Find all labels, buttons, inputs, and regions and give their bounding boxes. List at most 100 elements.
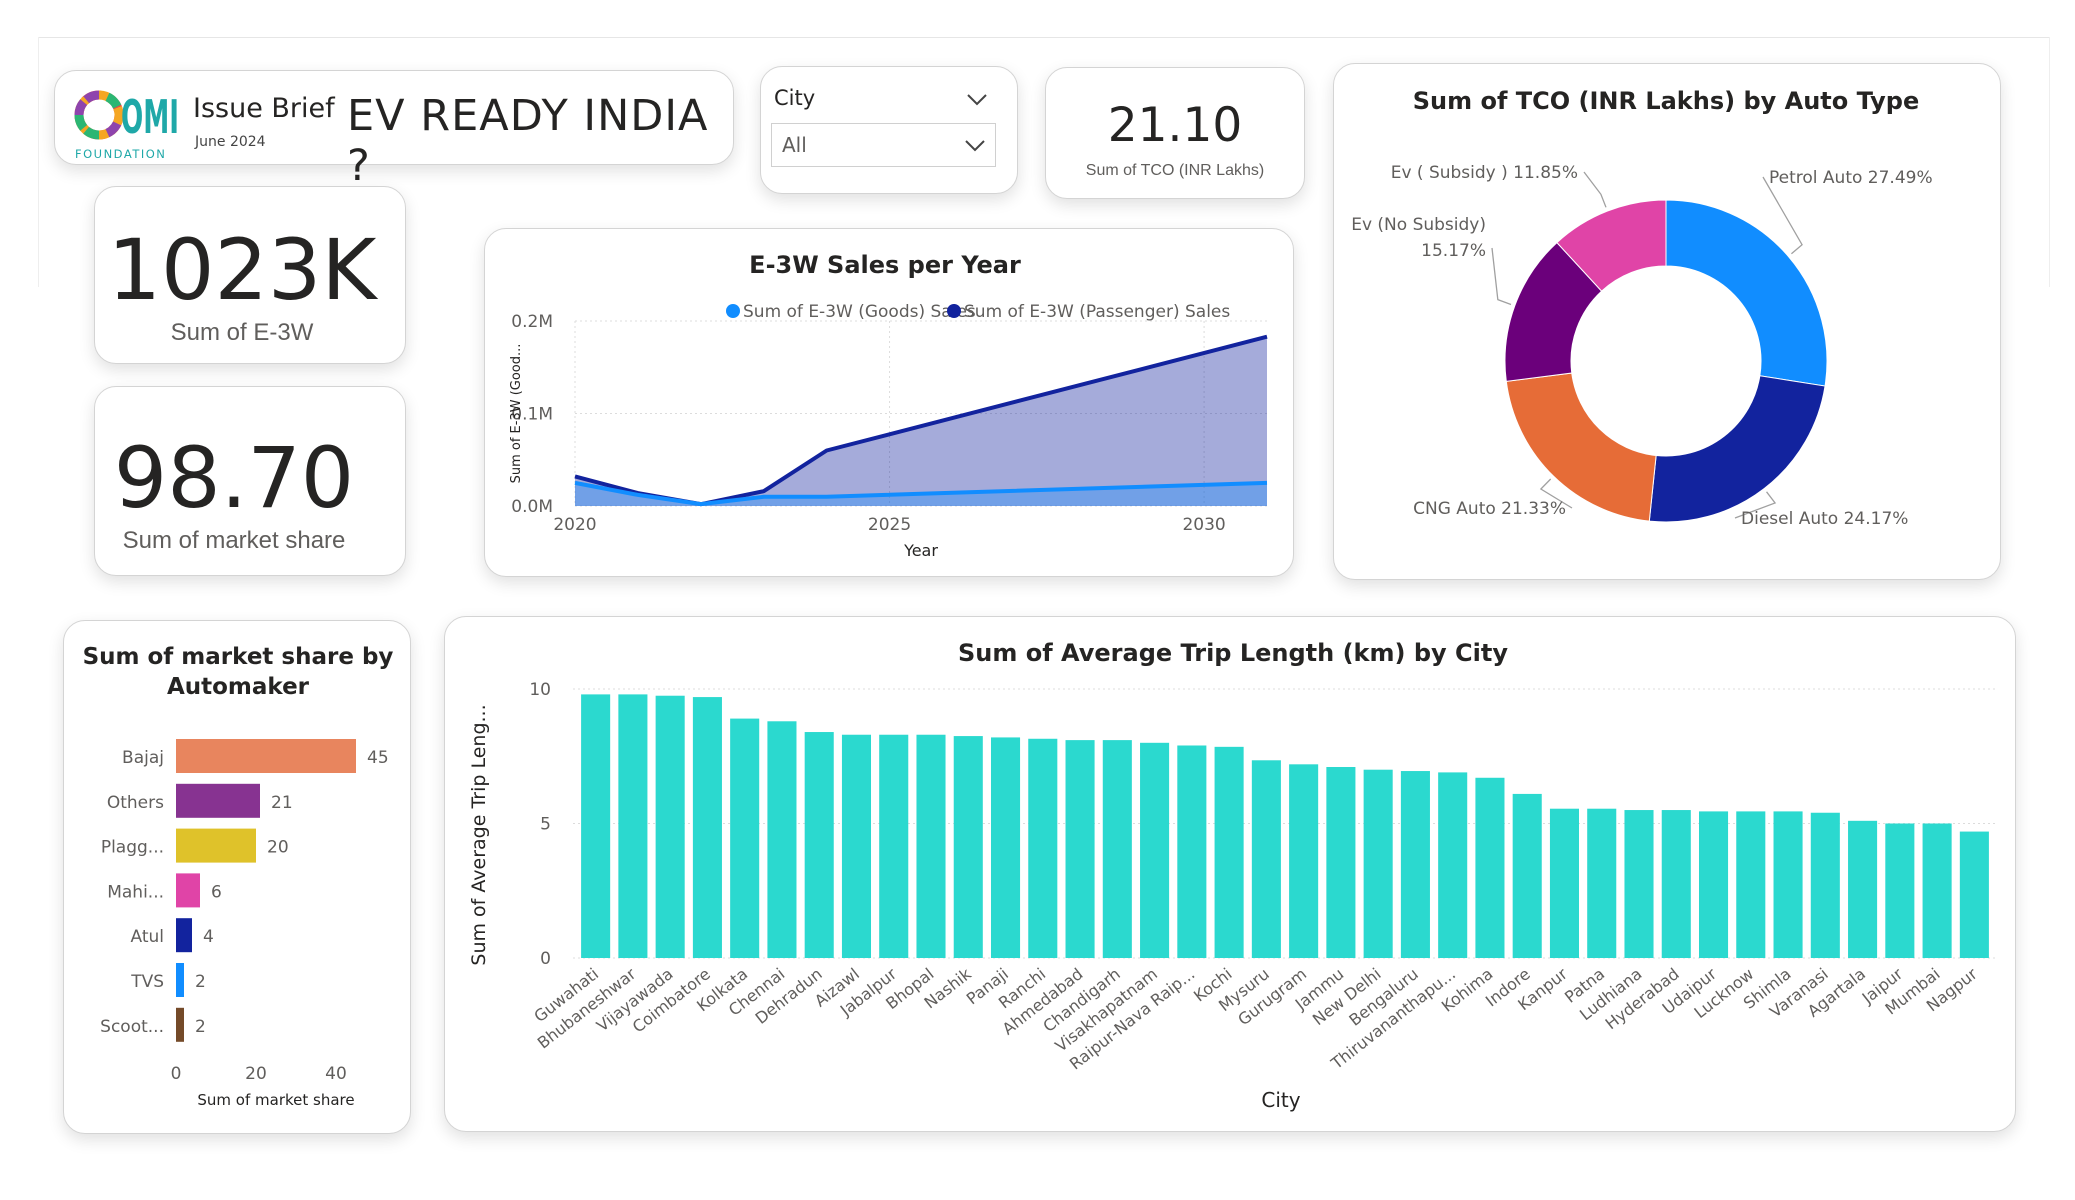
canvas-border-top	[38, 37, 2050, 38]
logo-text: OMI	[121, 90, 179, 144]
chevron-down-icon	[965, 140, 985, 152]
tco-slice-label: Ev (No Subsidy)	[1351, 215, 1486, 235]
sales-x-tick-label: 2020	[553, 515, 596, 535]
tco-slice	[1665, 199, 1828, 387]
share-kpi-value: 98.70	[113, 429, 355, 527]
page-title: EV READY INDIA ?	[347, 91, 709, 191]
automaker-x-tick-label: 0	[171, 1064, 182, 1084]
tco-kpi-label: Sum of TCO (INR Lakhs)	[1085, 162, 1265, 179]
tco-slice-label: Diesel Auto 24.17%	[1741, 509, 1908, 529]
automaker-bar	[176, 963, 184, 997]
sales-legend-marker	[947, 304, 961, 318]
automaker-value-label: 45	[367, 748, 389, 768]
trip-bar	[1251, 760, 1281, 958]
automaker-value-label: 2	[195, 972, 206, 992]
canvas-border-left	[38, 37, 39, 287]
tco-donut-chart: Sum of TCO (INR Lakhs) by Auto Type Petr…	[1351, 87, 1933, 529]
tco-kpi-value: 21.10	[1107, 98, 1243, 153]
trip-bar	[1587, 808, 1617, 958]
trip-bar	[1624, 810, 1654, 958]
automaker-value-label: 20	[267, 838, 289, 858]
trip-bar	[1289, 764, 1319, 958]
e3w-kpi-label: Sum of E-3W	[170, 319, 314, 346]
sales-y-axis-title: Sum of E-3W (Good...	[509, 344, 524, 484]
trip-bar	[1140, 742, 1170, 958]
automaker-category-label: Others	[107, 793, 164, 813]
trip-bar	[1177, 745, 1207, 958]
trip-length-bar-chart: Sum of Average Trip Length (km) by City …	[468, 639, 1995, 1112]
trip-bar	[1363, 769, 1393, 958]
trip-bar	[1922, 823, 1952, 958]
automaker-bar-chart: Sum of market share by Automaker Bajaj 45…	[83, 644, 394, 1109]
automaker-bar	[176, 918, 192, 953]
sales-y-tick-label: 0.0M	[511, 497, 553, 517]
automaker-category-label: TVS	[130, 972, 164, 992]
trip-bar	[1885, 823, 1915, 958]
city-dropdown[interactable]: All	[771, 123, 996, 167]
canvas-border-right	[2049, 37, 2050, 287]
chevron-down-icon[interactable]	[966, 93, 988, 107]
trip-chart-title: Sum of Average Trip Length (km) by City	[958, 639, 1508, 667]
tco-leader-line	[1583, 171, 1607, 208]
omi-logo: OMI FOUNDATION	[74, 90, 179, 161]
sales-chart-title: E-3W Sales per Year	[749, 251, 1021, 279]
trip-bar	[841, 734, 872, 958]
trip-bar	[1773, 811, 1803, 958]
trip-y-tick-label: 5	[540, 815, 551, 835]
trip-bar	[1549, 808, 1580, 958]
tco-slice-label: Petrol Auto 27.49%	[1769, 168, 1933, 188]
trip-bar	[1065, 740, 1095, 958]
trip-bar	[804, 732, 834, 958]
trip-bar	[692, 697, 722, 958]
trip-y-axis-title: Sum of Average Trip Leng...	[468, 704, 490, 965]
e3w-kpi-value: 1023K	[107, 221, 377, 319]
trip-bar	[655, 695, 685, 958]
trip-bar	[953, 736, 983, 958]
logo-subtext: FOUNDATION	[75, 147, 166, 161]
automaker-bar	[176, 783, 260, 818]
trip-bar	[1475, 777, 1505, 958]
trip-bar	[1400, 771, 1430, 958]
trip-bar	[1848, 820, 1878, 958]
trip-x-axis-title: City	[1261, 1088, 1300, 1112]
slicer-title: City	[774, 86, 816, 110]
sales-legend-marker	[726, 304, 740, 318]
automaker-chart-card: Sum of market share by Automaker Bajaj 45…	[63, 620, 411, 1134]
city-slicer: City All	[760, 66, 1018, 194]
trip-bar	[1102, 740, 1132, 958]
automaker-chart-title-line1: Sum of market share by	[83, 644, 394, 670]
trip-y-tick-label: 0	[540, 949, 551, 969]
automaker-bar	[176, 828, 256, 863]
trip-bar	[1214, 746, 1244, 958]
sales-legend-label: Sum of E-3W (Goods) Sales	[743, 302, 976, 322]
city-dropdown-value: All	[782, 133, 807, 157]
trip-bar	[1028, 738, 1058, 958]
sales-x-axis-title: Year	[903, 541, 938, 560]
automaker-category-label: Bajaj	[122, 748, 164, 768]
automaker-bar	[176, 873, 200, 908]
sales-area-chart: E-3W Sales per Year Sum of E-3W (Goods) …	[509, 251, 1268, 560]
automaker-x-axis-title: Sum of market share	[197, 1091, 354, 1109]
trip-chart-card: Sum of Average Trip Length (km) by City …	[444, 616, 2016, 1132]
automaker-bar	[176, 739, 356, 773]
automaker-value-label: 4	[203, 927, 214, 947]
trip-bar	[1438, 772, 1468, 958]
sales-x-tick-label: 2030	[1182, 515, 1225, 535]
automaker-category-label: Mahi...	[107, 882, 164, 902]
automaker-x-tick-label: 20	[245, 1064, 267, 1084]
tco-slice-pct: 15.17%	[1421, 241, 1486, 261]
brief-date: June 2024	[195, 134, 266, 150]
tco-leader-line	[1491, 247, 1512, 306]
trip-bar	[1959, 831, 1989, 958]
automaker-value-label: 2	[195, 1017, 206, 1037]
tco-slice-label: CNG Auto 21.33%	[1413, 499, 1566, 519]
tco-slice	[1648, 375, 1826, 523]
trip-bar	[618, 694, 648, 958]
trip-bar	[767, 721, 797, 958]
header-card: OMI FOUNDATION Issue Brief June 2024 EV …	[54, 70, 734, 191]
trip-bar	[1326, 767, 1356, 958]
trip-bar	[581, 694, 611, 958]
trip-bar	[1512, 793, 1542, 958]
trip-y-tick-label: 10	[529, 680, 551, 700]
trip-bar	[879, 734, 909, 958]
